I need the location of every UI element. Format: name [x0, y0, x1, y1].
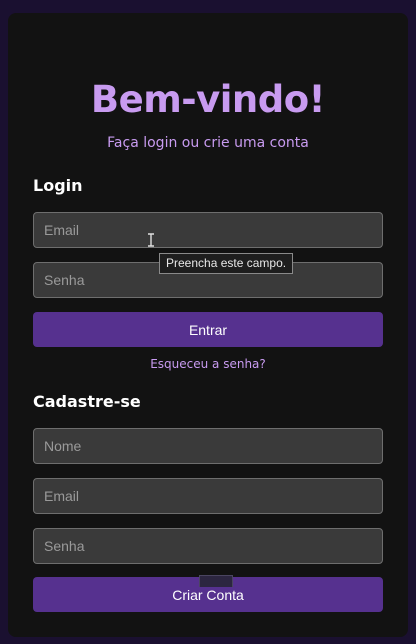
- validation-tooltip: Preencha este campo.: [159, 253, 294, 274]
- login-submit-button[interactable]: Entrar: [33, 312, 383, 347]
- signup-password-field[interactable]: [33, 528, 383, 564]
- signup-name-field[interactable]: [33, 428, 383, 464]
- auth-card: Bem-vindo! Faça login ou crie uma conta …: [8, 13, 408, 637]
- signup-heading: Cadastre-se: [33, 392, 141, 411]
- signup-email-field[interactable]: [33, 478, 383, 514]
- login-heading: Login: [33, 176, 83, 195]
- login-email-field[interactable]: [33, 212, 383, 248]
- text-cursor-icon: [148, 233, 154, 247]
- forgot-password-link[interactable]: Esqueceu a senha?: [8, 358, 408, 370]
- page-subtitle: Faça login ou crie uma conta: [107, 135, 309, 151]
- tooltip-remnant: [199, 575, 233, 587]
- page-title: Bem-vindo!: [90, 78, 326, 121]
